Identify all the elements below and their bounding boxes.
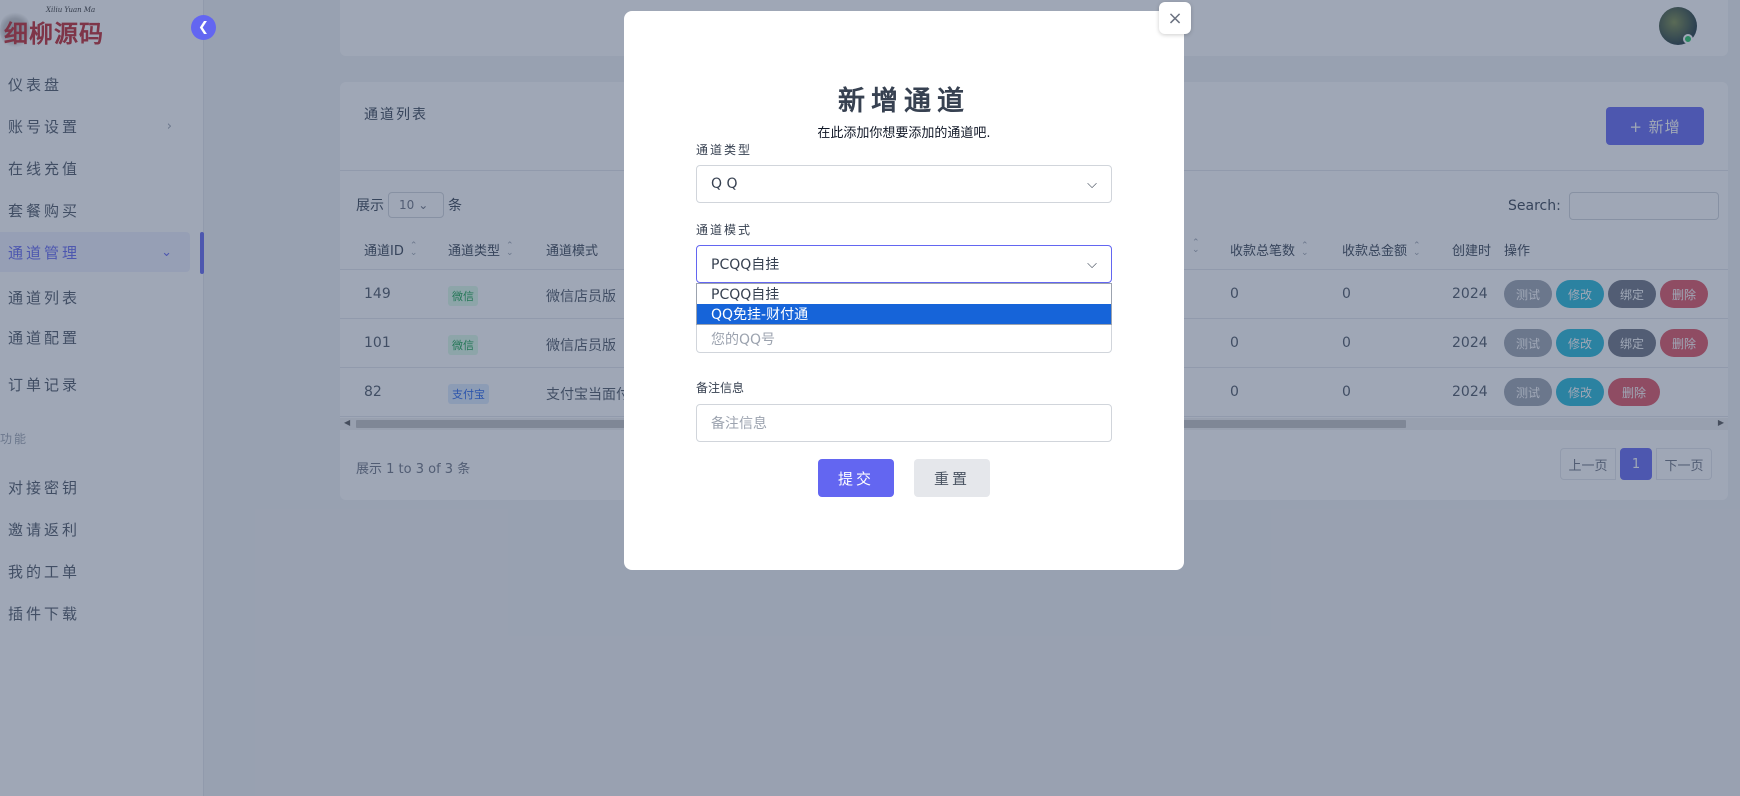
qq-account-placeholder: 您的QQ号 [711, 332, 776, 348]
close-modal-button[interactable]: × [1159, 2, 1191, 34]
channel-mode-value: PCQQ自挂 [711, 257, 780, 273]
close-icon: × [1167, 7, 1183, 29]
channel-mode-label: 通道模式 [696, 223, 753, 237]
collapse-sidebar-button[interactable]: ❮ [191, 15, 216, 40]
add-channel-modal: 新增通道 在此添加你想要添加的通道吧. 通道类型 Q Q ⌵ 通道模式 PCQQ… [624, 11, 1184, 570]
channel-type-label: 通道类型 [696, 143, 753, 157]
reset-button[interactable]: 重置 [914, 459, 990, 497]
modal-subtitle: 在此添加你想要添加的通道吧. [817, 126, 991, 141]
channel-type-select[interactable]: Q Q ⌵ [696, 165, 1112, 203]
channel-type-value: Q Q [711, 176, 738, 192]
channel-mode-options: PCQQ自挂 QQ免挂-财付通 [696, 283, 1112, 325]
chevron-down-icon: ⌵ [1087, 256, 1097, 272]
submit-button[interactable]: 提交 [818, 459, 894, 497]
chevron-down-icon: ⌵ [1087, 176, 1097, 192]
option-qq-tenpay[interactable]: QQ免挂-财付通 [697, 304, 1111, 324]
chevron-left-icon: ❮ [198, 20, 209, 35]
modal-title: 新增通道 [838, 86, 970, 117]
option-pcqq[interactable]: PCQQ自挂 [697, 284, 1111, 304]
remark-label: 备注信息 [696, 381, 745, 395]
channel-mode-select[interactable]: PCQQ自挂 ⌵ [696, 245, 1112, 283]
remark-input[interactable]: 备注信息 [696, 404, 1112, 442]
remark-placeholder: 备注信息 [711, 416, 767, 432]
